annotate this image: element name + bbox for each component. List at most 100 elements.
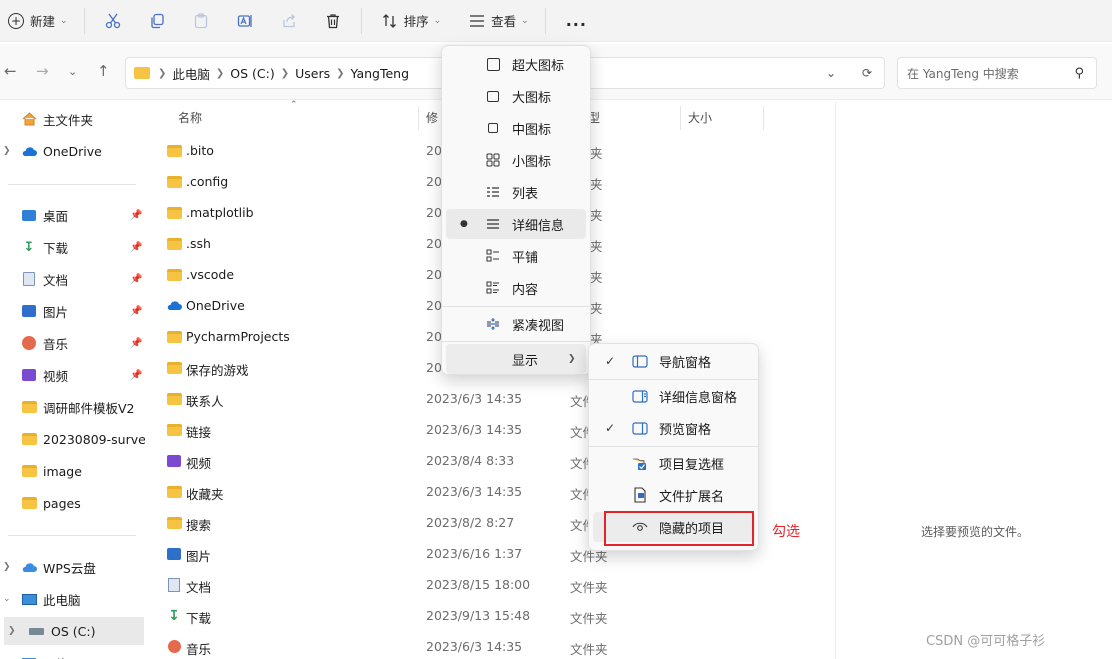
video-icon — [21, 368, 37, 382]
copy-button[interactable] — [135, 4, 179, 38]
navigation-pane-icon — [631, 354, 649, 368]
column-header-name[interactable]: 名称 — [178, 102, 202, 132]
sidebar-item-videos[interactable]: 视频 📌 — [0, 361, 146, 389]
toolbar-divider — [83, 7, 85, 34]
music-icon — [166, 640, 182, 653]
download-icon: ↧ — [168, 607, 180, 624]
sidebar-item-documents[interactable]: 文档 📌 — [0, 265, 146, 293]
menu-item-small-icons[interactable]: 小图标 — [446, 145, 586, 175]
paste-button[interactable] — [179, 4, 223, 38]
new-button[interactable]: + 新建 ⌄ — [0, 4, 78, 38]
cloud-icon — [21, 144, 37, 158]
sidebar-item-downloads[interactable]: ↧ 下载 📌 — [0, 233, 146, 261]
delete-button[interactable] — [311, 4, 355, 38]
chevron-right-icon[interactable]: ❯ — [3, 562, 11, 572]
sidebar-item-this-pc[interactable]: ⌄ 此电脑 — [0, 585, 146, 613]
breadcrumb-c-drive[interactable]: OS (C:) — [230, 66, 274, 81]
sidebar-item-folder[interactable]: 调研邮件模板V2 — [0, 393, 146, 421]
sort-button[interactable]: 排序 ⌄ — [368, 4, 452, 38]
column-divider[interactable] — [763, 106, 764, 130]
refresh-icon[interactable]: ⟳ — [862, 66, 872, 80]
cut-button[interactable] — [91, 4, 135, 38]
command-bar: + 新建 ⌄ 排序 ⌄ 查看 ⌄ ... — [0, 0, 1112, 42]
checkmark-icon: ✓ — [605, 421, 616, 435]
extra-large-icons-icon — [484, 57, 502, 71]
sidebar-item-onedrive[interactable]: ❯ OneDrive — [0, 137, 146, 165]
menu-item-preview-pane[interactable]: ✓ 预览窗格 — [593, 413, 755, 443]
pin-icon[interactable]: 📌 — [130, 306, 142, 317]
folder-icon — [166, 206, 182, 219]
share-icon — [282, 13, 295, 27]
column-divider[interactable] — [680, 106, 681, 130]
menu-item-tiles[interactable]: 平铺 — [446, 241, 586, 271]
document-icon — [21, 272, 37, 286]
sidebar-item-wps-cloud[interactable]: ❯ WPS云盘 — [0, 553, 146, 581]
sidebar-item-pictures[interactable]: 图片 📌 — [0, 297, 146, 325]
sidebar-item-desktop[interactable]: 桌面 📌 — [0, 201, 146, 229]
menu-item-extra-large-icons[interactable]: 超大图标 — [446, 49, 586, 79]
back-arrow-icon[interactable]: ← — [4, 62, 17, 80]
recent-chevron-icon[interactable]: ⌄ — [68, 65, 77, 78]
chevron-right-icon[interactable]: ❯ — [3, 146, 11, 156]
chevron-right-icon: ❯ — [158, 67, 167, 79]
computer-icon — [21, 592, 37, 606]
medium-icons-icon — [484, 123, 502, 133]
sidebar-item-folder[interactable]: image — [0, 457, 146, 485]
navigation-pane: 主文件夹 ❯ OneDrive 桌面 📌 ↧ 下载 📌 文档 📌 图片 📌 音乐… — [0, 102, 146, 659]
up-arrow-icon[interactable]: ↑ — [97, 62, 110, 80]
more-icon: ... — [565, 11, 587, 30]
music-icon — [21, 336, 37, 350]
view-lines-icon — [470, 14, 485, 27]
search-input[interactable]: 在 YangTeng 中搜索 ⚲ — [897, 57, 1097, 89]
menu-item-item-checkboxes[interactable]: 项目复选框 — [593, 448, 755, 478]
view-button[interactable]: 查看 ⌄ — [451, 4, 539, 38]
breadcrumb-users[interactable]: Users — [295, 66, 330, 81]
menu-divider — [589, 446, 758, 447]
breadcrumb-user[interactable]: YangTeng — [351, 66, 410, 81]
pin-icon[interactable]: 📌 — [130, 338, 142, 349]
pin-icon[interactable]: 📌 — [130, 242, 142, 253]
menu-item-show[interactable]: 显示 ❯ — [446, 344, 586, 374]
sidebar-item-folder[interactable]: pages — [0, 489, 146, 517]
column-header-size[interactable]: 大小 — [688, 102, 712, 132]
breadcrumb-this-pc[interactable]: 此电脑 — [172, 64, 210, 83]
plus-circle-icon: + — [8, 12, 24, 29]
document-icon — [166, 577, 182, 592]
rename-button[interactable] — [223, 4, 267, 38]
chevron-down-icon[interactable]: ⌄ — [3, 594, 11, 604]
share-button[interactable] — [267, 4, 311, 38]
forward-arrow-icon[interactable]: → — [36, 62, 49, 80]
sidebar-item-c-drive[interactable]: ❯ OS (C:) — [4, 617, 144, 645]
sidebar-item-music[interactable]: 音乐 📌 — [0, 329, 146, 357]
pin-icon[interactable]: 📌 — [130, 370, 142, 381]
chevron-down-icon: ⌄ — [60, 15, 68, 26]
menu-item-compact-view[interactable]: 紧凑视图 — [446, 309, 586, 339]
sidebar-item-folder[interactable]: 20230809-surveyV — [0, 425, 146, 453]
pin-icon[interactable]: 📌 — [130, 274, 142, 285]
column-header-date[interactable]: 修 — [426, 102, 438, 132]
menu-item-navigation-pane[interactable]: ✓ 导航窗格 — [593, 346, 755, 376]
pin-icon[interactable]: 📌 — [130, 210, 142, 221]
more-options-button[interactable]: ... — [552, 4, 601, 38]
details-pane-icon — [631, 389, 649, 403]
file-row[interactable]: 文档 2023/8/15 18:00 文件夹 — [148, 569, 835, 600]
menu-item-details[interactable]: ● 详细信息 — [446, 209, 586, 239]
column-divider[interactable] — [418, 106, 419, 130]
chevron-right-icon[interactable]: ❯ — [8, 626, 16, 636]
sidebar-item-home[interactable]: 主文件夹 — [0, 105, 146, 133]
history-chevron-icon[interactable]: ⌄ — [826, 66, 836, 80]
menu-item-details-pane[interactable]: 详细信息窗格 — [593, 381, 755, 411]
cloud-icon — [166, 299, 182, 312]
menu-item-content[interactable]: 内容 — [446, 273, 586, 303]
menu-item-medium-icons[interactable]: 中图标 — [446, 113, 586, 143]
folder-icon — [166, 423, 182, 436]
file-extension-icon — [631, 487, 649, 503]
menu-divider — [442, 306, 590, 307]
menu-item-list[interactable]: 列表 — [446, 177, 586, 207]
file-row[interactable]: ↧ 下载 2023/9/13 15:48 文件夹 — [148, 600, 835, 631]
menu-item-file-extensions[interactable]: 文件扩展名 — [593, 480, 755, 510]
checkmark-icon: ✓ — [605, 354, 616, 368]
file-row[interactable]: 音乐 2023/6/3 14:35 文件夹 — [148, 631, 835, 659]
menu-item-large-icons[interactable]: 大图标 — [446, 81, 586, 111]
sidebar-item-network[interactable]: 网络 — [0, 649, 146, 659]
